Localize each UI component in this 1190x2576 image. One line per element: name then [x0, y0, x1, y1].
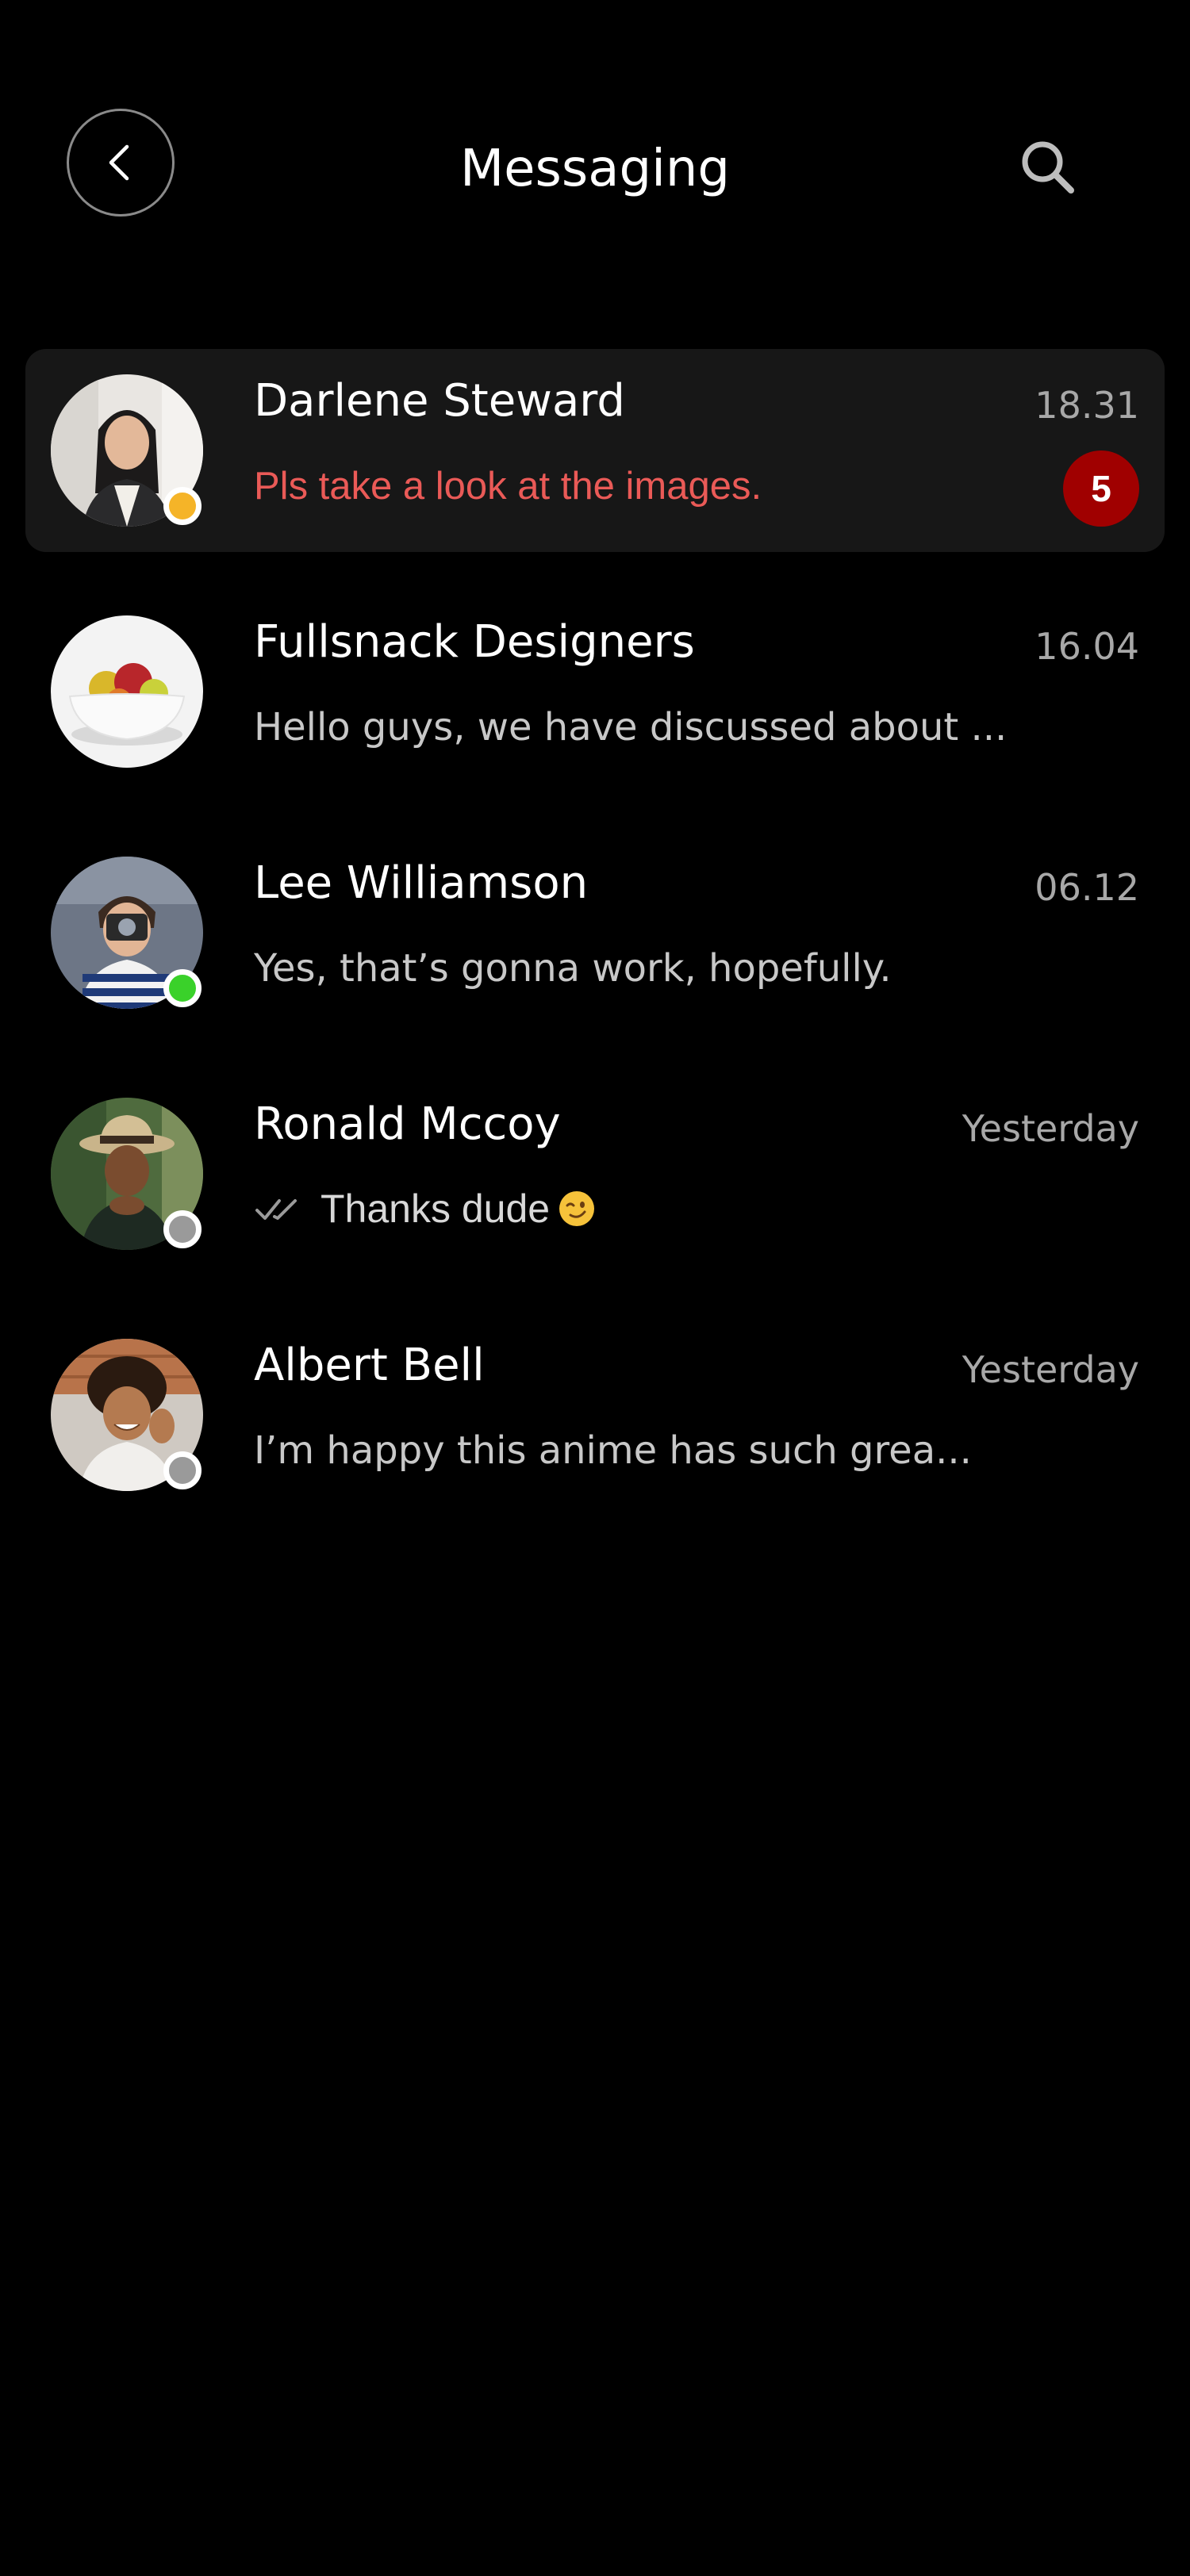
message-time: 06.12 [1035, 866, 1139, 909]
status-online-dot [163, 969, 202, 1007]
message-preview: Hello guys, we have discussed about ... [254, 705, 1008, 749]
contact-name: Albert Bell [254, 1340, 485, 1391]
message-preview: I’m happy this anime has such grea... [254, 1428, 972, 1473]
message-time: 18.31 [1035, 384, 1139, 427]
message-preview: Thanks dude [321, 1186, 551, 1231]
unread-count-badge: 5 [1063, 450, 1139, 527]
search-button[interactable] [1015, 135, 1079, 198]
conversation-row[interactable]: Lee Williamson 06.12 Yes, that’s gonna w… [0, 831, 1190, 1072]
status-offline-dot [163, 1451, 202, 1489]
conversation-list: Darlene Steward 18.31 Pls take a look at… [0, 349, 1190, 1554]
page-title: Messaging [459, 140, 731, 198]
conversation-row[interactable]: Fullsnack Designers 16.04 Hello guys, we… [0, 590, 1190, 831]
contact-name: Fullsnack Designers [254, 616, 695, 668]
message-time: 16.04 [1035, 625, 1139, 668]
message-time: Yesterday [962, 1348, 1139, 1391]
winking-face-emoji [559, 1191, 595, 1226]
search-icon [1022, 141, 1074, 194]
conversation-row[interactable]: Darlene Steward 18.31 Pls take a look at… [0, 349, 1190, 590]
avatar[interactable] [51, 615, 203, 768]
conversation-row[interactable]: Ronald Mccoy Yesterday Thanks dude [0, 1072, 1190, 1313]
app-header: Messaging [0, 0, 1190, 333]
status-offline-dot [163, 1210, 202, 1248]
status-away-dot [163, 487, 202, 525]
message-preview: Yes, that’s gonna work, hopefully. [254, 946, 892, 991]
message-time: Yesterday [962, 1107, 1139, 1150]
contact-name: Ronald Mccoy [254, 1098, 561, 1150]
message-preview-row: Thanks dude [254, 1180, 596, 1237]
conversation-row[interactable]: Albert Bell Yesterday I’m happy this ani… [0, 1313, 1190, 1554]
contact-name: Lee Williamson [254, 857, 589, 909]
contact-name: Darlene Steward [254, 375, 625, 427]
message-preview: Pls take a look at the images. [254, 465, 762, 508]
double-check-icon [255, 1199, 297, 1220]
